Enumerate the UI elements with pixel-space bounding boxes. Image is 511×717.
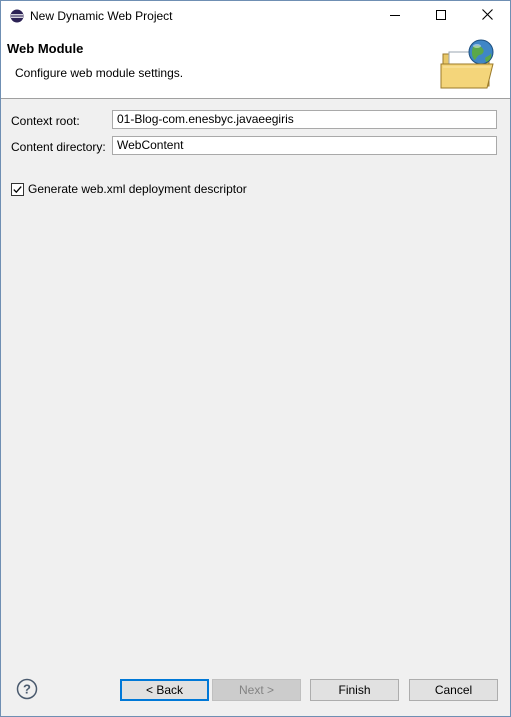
eclipse-icon <box>10 9 24 23</box>
content-directory-label: Content directory: <box>11 140 106 154</box>
title-bar: New Dynamic Web Project <box>1 1 510 31</box>
cancel-button[interactable]: Cancel <box>409 679 498 701</box>
content-directory-input[interactable] <box>112 136 497 155</box>
context-root-input[interactable] <box>112 110 497 129</box>
finish-button[interactable]: Finish <box>310 679 399 701</box>
minimize-icon <box>390 9 400 23</box>
page-title: Web Module <box>7 41 84 56</box>
close-icon <box>481 9 493 23</box>
next-button[interactable]: Next > <box>212 679 301 701</box>
generate-descriptor-checkbox[interactable] <box>11 182 24 196</box>
wizard-banner: Web Module Configure web module settings… <box>1 31 510 99</box>
maximize-button[interactable] <box>418 1 464 31</box>
back-button[interactable]: < Back <box>120 679 209 701</box>
wizard-window: New Dynamic Web Project Web Module Confi… <box>0 0 511 717</box>
context-root-label: Context root: <box>11 114 80 128</box>
help-icon[interactable]: ? <box>16 678 38 700</box>
checkmark-icon <box>13 185 22 193</box>
svg-text:?: ? <box>23 682 31 697</box>
page-description: Configure web module settings. <box>15 66 184 80</box>
window-title: New Dynamic Web Project <box>30 9 173 23</box>
close-button[interactable] <box>464 1 510 31</box>
generate-descriptor-option[interactable]: Generate web.xml deployment descriptor <box>11 182 247 196</box>
maximize-icon <box>436 9 446 23</box>
folder-globe-icon <box>439 38 499 92</box>
generate-descriptor-label: Generate web.xml deployment descriptor <box>28 182 247 196</box>
minimize-button[interactable] <box>372 1 418 31</box>
